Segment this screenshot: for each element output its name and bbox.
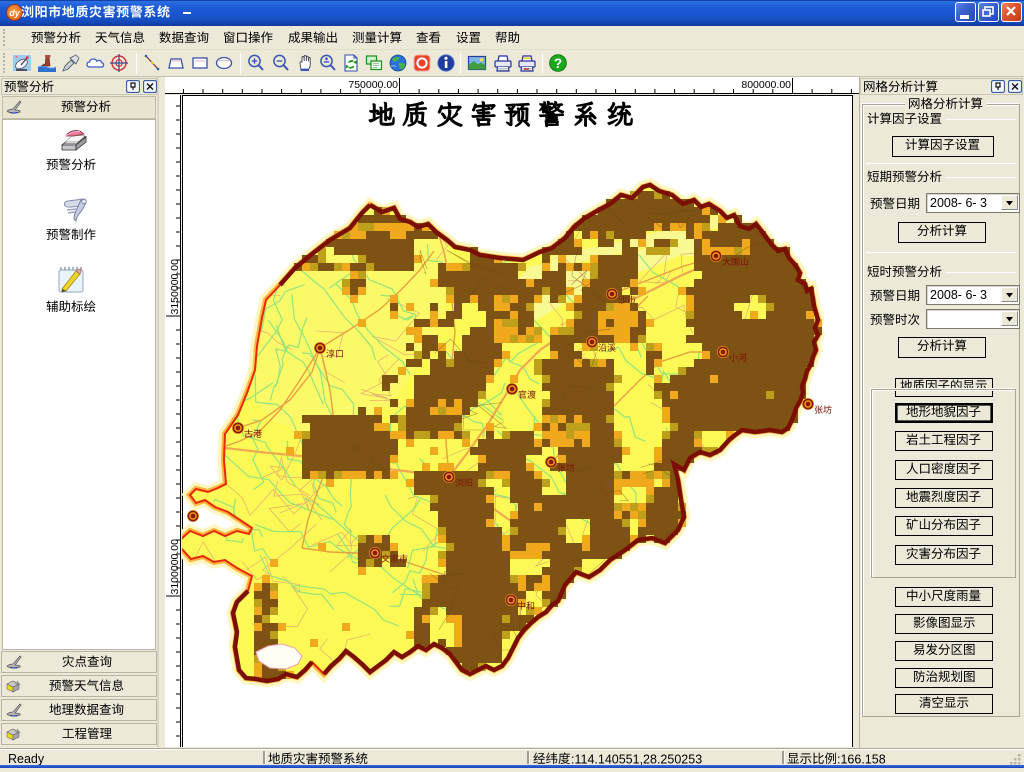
svg-text:3100000.00: 3100000.00 <box>169 538 181 594</box>
svg-text:3150000.00: 3150000.00 <box>169 258 181 314</box>
svg-text:?: ? <box>554 56 562 71</box>
